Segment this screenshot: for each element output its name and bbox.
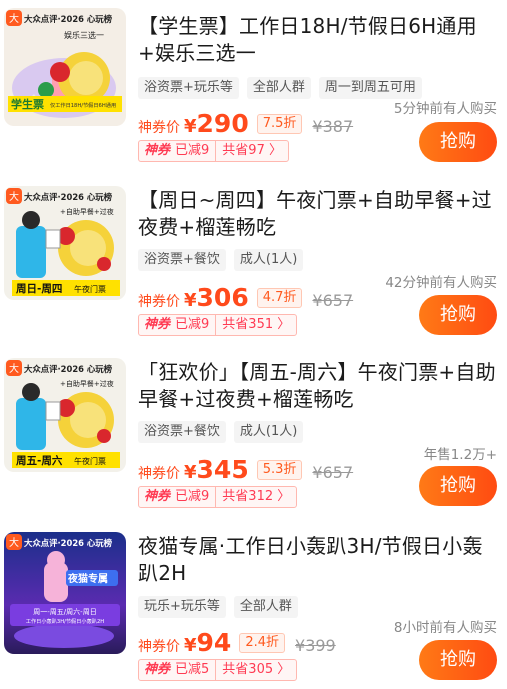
deal-card[interactable]: 大 大众点评·2026 心玩榜 +自助早餐+过夜 周日-周四 午夜门票 【周日~… <box>0 172 507 344</box>
thumb-caption: 学生票 <box>11 97 44 111</box>
deal-tag: 成人(1人) <box>233 421 304 443</box>
thumb-caption: 周日-周四 <box>16 283 62 295</box>
thumb-logo-text: 大众点评·2026 心玩榜 <box>24 192 113 202</box>
deal-tags: 浴资票+餐饮 成人(1人) <box>138 421 304 443</box>
deal-title[interactable]: 夜猫专属·工作日小轰趴3H/节假日小轰趴2H <box>138 533 498 587</box>
original-price: ¥657 <box>312 291 354 310</box>
coupon-reduced: 已减9 <box>175 315 217 335</box>
deal-card[interactable]: 大 大众点评·2026 心玩榜 +自助早餐+过夜 周五-周六 午夜门票 「狂欢价… <box>0 344 507 516</box>
deal-price: 290 <box>196 109 249 138</box>
buy-button[interactable]: 抢购 <box>419 295 497 335</box>
deal-tag: 浴资票+餐饮 <box>138 249 226 271</box>
deal-tag: 成人(1人) <box>233 249 304 271</box>
deal-tag: 浴资票+玩乐等 <box>138 77 239 99</box>
deal-tag: 全部人群 <box>233 596 298 618</box>
thumb-badge-text: +自助早餐+过夜 <box>60 379 114 388</box>
logo-mark: 大 <box>9 362 19 375</box>
logo-mark: 大 <box>9 190 19 203</box>
social-proof: 年售1.2万+ <box>423 447 497 463</box>
coupon-bar[interactable]: 神券 已减9 共省312 〉 <box>138 486 298 508</box>
deal-title[interactable]: 「狂欢价」【周五-周六】午夜门票+自助早餐+过夜费+榴莲畅吃 <box>138 359 498 413</box>
coupon-brand: 神券 <box>144 143 171 158</box>
currency-symbol: ¥ <box>184 116 197 137</box>
deal-tags: 浴资票+餐饮 成人(1人) <box>138 249 304 271</box>
thumb-sub: 工作日小轰趴3H/节假日小轰趴2H <box>26 617 104 625</box>
currency-symbol: ¥ <box>184 290 197 311</box>
thumb-badge-text: 娱乐三选一 <box>64 30 104 40</box>
price-label: 神券价 <box>138 466 180 482</box>
thumb-logo-text: 大众点评·2026 心玩榜 <box>24 364 113 374</box>
thumb-logo-text: 大众点评·2026 心玩榜 <box>24 538 113 548</box>
price-row: 神券价 ¥ 94 2.4折 ¥399 <box>138 628 336 657</box>
thumb-caption: 周一-周五/周六-周日 <box>33 607 96 616</box>
coupon-saved[interactable]: 共省312 〉 <box>216 487 296 507</box>
currency-symbol: ¥ <box>184 462 197 483</box>
deal-price: 306 <box>196 283 249 312</box>
discount-badge: 4.7折 <box>256 287 303 308</box>
price-label: 神券价 <box>138 294 180 310</box>
price-label: 神券价 <box>138 120 180 136</box>
deal-thumbnail[interactable]: 大 大众点评·2026 心玩榜 娱乐三选一 学生票 仅工作日18H/节假日6H通… <box>4 8 126 126</box>
deal-thumbnail[interactable]: 大 大众点评·2026 心玩榜 +自助早餐+过夜 周日-周四 午夜门票 <box>4 186 126 300</box>
deal-tags: 浴资票+玩乐等 全部人群 周一到周五可用 <box>138 77 422 99</box>
deal-price: 94 <box>196 628 232 657</box>
buy-button[interactable]: 抢购 <box>419 640 497 680</box>
deal-title[interactable]: 【学生票】工作日18H/节假日6H通用+娱乐三选一 <box>138 13 498 67</box>
coupon-brand: 神券 <box>144 662 171 677</box>
social-proof: 42分钟前有人购买 <box>385 275 497 291</box>
deal-tag: 浴资票+餐饮 <box>138 421 226 443</box>
discount-badge: 7.5折 <box>256 113 303 134</box>
coupon-brand: 神券 <box>144 317 171 332</box>
price-row: 神券价 ¥ 290 7.5折 ¥387 <box>138 109 353 138</box>
buy-button[interactable]: 抢购 <box>419 466 497 506</box>
deal-tag: 周一到周五可用 <box>318 77 422 99</box>
social-proof: 5分钟前有人购买 <box>393 101 497 117</box>
price-row: 神券价 ¥ 306 4.7折 ¥657 <box>138 283 353 312</box>
coupon-bar[interactable]: 神券 已减9 共省97 〉 <box>138 140 289 162</box>
buy-button[interactable]: 抢购 <box>419 122 497 162</box>
deal-thumbnail[interactable]: 大 大众点评·2026 心玩榜 夜猫专属 周一-周五/周六-周日 工作日小轰趴3… <box>4 532 126 654</box>
logo-mark: 大 <box>9 12 19 25</box>
coupon-reduced: 已减5 <box>175 660 217 680</box>
thumb-badge-text: 夜猫专属 <box>67 572 108 585</box>
coupon-saved[interactable]: 共省305 〉 <box>216 660 296 680</box>
original-price: ¥657 <box>312 463 354 482</box>
thumb-sub: 午夜门票 <box>74 284 106 294</box>
deal-price: 345 <box>196 455 249 484</box>
deal-card[interactable]: 大 大众点评·2026 心玩榜 夜猫专属 周一-周五/周六-周日 工作日小轰趴3… <box>0 516 507 689</box>
deal-tags: 玩乐+玩乐等 全部人群 <box>138 596 298 618</box>
coupon-reduced: 已减9 <box>175 141 217 161</box>
deal-tag: 玩乐+玩乐等 <box>138 596 226 618</box>
deal-tag: 全部人群 <box>246 77 311 99</box>
price-row: 神券价 ¥ 345 5.3折 ¥657 <box>138 455 353 484</box>
coupon-saved[interactable]: 共省351 〉 <box>216 315 296 335</box>
thumb-sub: 午夜门票 <box>74 456 106 466</box>
coupon-bar[interactable]: 神券 已减5 共省305 〉 <box>138 659 298 681</box>
thumb-sub: 仅工作日18H/节假日6H通用 <box>50 101 116 109</box>
coupon-brand: 神券 <box>144 489 171 504</box>
discount-badge: 2.4折 <box>239 632 286 653</box>
logo-mark: 大 <box>9 536 19 549</box>
thumb-badge-text: +自助早餐+过夜 <box>60 207 114 216</box>
original-price: ¥387 <box>312 117 354 136</box>
original-price: ¥399 <box>295 636 336 655</box>
price-label: 神券价 <box>138 639 180 655</box>
social-proof: 8小时前有人购买 <box>393 620 497 636</box>
thumb-logo-text: 大众点评·2026 心玩榜 <box>24 14 113 24</box>
discount-badge: 5.3折 <box>256 459 303 480</box>
coupon-reduced: 已减9 <box>175 487 217 507</box>
coupon-bar[interactable]: 神券 已减9 共省351 〉 <box>138 314 298 336</box>
deal-title[interactable]: 【周日~周四】午夜门票+自助早餐+过夜费+榴莲畅吃 <box>138 187 498 241</box>
coupon-saved[interactable]: 共省97 〉 <box>216 141 288 161</box>
thumb-caption: 周五-周六 <box>16 454 63 467</box>
currency-symbol: ¥ <box>184 635 197 656</box>
deal-thumbnail[interactable]: 大 大众点评·2026 心玩榜 +自助早餐+过夜 周五-周六 午夜门票 <box>4 358 126 472</box>
deal-card[interactable]: 大 大众点评·2026 心玩榜 娱乐三选一 学生票 仅工作日18H/节假日6H通… <box>0 0 507 172</box>
